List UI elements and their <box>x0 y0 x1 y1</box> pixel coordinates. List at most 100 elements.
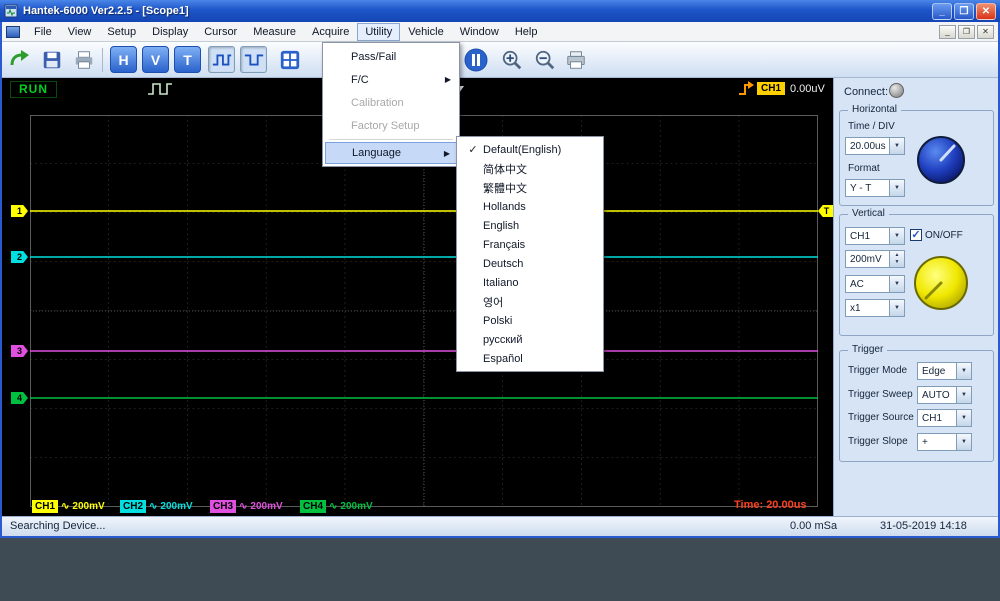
mdi-close-button[interactable]: ✕ <box>977 25 994 39</box>
trigger-source-select[interactable]: CH1 ▼ <box>917 409 972 427</box>
menu-utility[interactable]: Utility <box>357 23 400 41</box>
connect-indicator[interactable] <box>889 83 904 98</box>
menu-item-language[interactable]: Language ▶ <box>325 142 457 164</box>
language-item-francais[interactable]: Français <box>459 235 601 254</box>
trigger-level-readout: 0.00uV <box>790 83 825 95</box>
waveform-mode-button[interactable] <box>208 46 235 73</box>
time-div-label: Time / DIV <box>848 121 895 132</box>
menu-item-pass-fail[interactable]: Pass/Fail <box>325 45 457 68</box>
channel-select[interactable]: CH1 ▼ <box>845 227 905 245</box>
vertical-panel-button[interactable]: V <box>142 46 169 73</box>
save-button[interactable] <box>38 46 65 73</box>
chevron-down-icon[interactable]: ▼ <box>889 228 904 244</box>
horizontal-knob[interactable] <box>916 135 966 185</box>
ch1-level-marker[interactable]: 1 <box>11 205 28 217</box>
mdi-minimize-button[interactable]: _ <box>939 25 956 39</box>
menu-item-factory-setup[interactable]: Factory Setup <box>325 114 457 137</box>
pause-icon <box>464 48 488 72</box>
trigger-mode-select[interactable]: Edge ▼ <box>917 362 972 380</box>
chevron-down-icon[interactable]: ▼ <box>889 180 904 196</box>
print-button[interactable] <box>70 46 97 73</box>
chevron-down-icon[interactable]: ▼ <box>889 276 904 292</box>
trigger-sweep-select[interactable]: AUTO ▼ <box>917 386 972 404</box>
chevron-down-icon[interactable]: ▼ <box>956 434 971 450</box>
ch3-level-marker[interactable]: 3 <box>11 345 28 357</box>
zoom-in-button[interactable] <box>498 46 525 73</box>
mdi-restore-button[interactable]: ❐ <box>958 25 975 39</box>
open-button[interactable] <box>6 46 33 73</box>
coupling-select[interactable]: AC ▼ <box>845 275 905 293</box>
language-item-default[interactable]: ✓ Default(English) <box>459 140 601 159</box>
status-message: Searching Device... <box>10 520 105 532</box>
connect-label: Connect: <box>844 86 888 98</box>
multi-grid-button[interactable] <box>276 46 303 73</box>
wave-status-icon <box>147 82 173 96</box>
save-icon <box>41 49 63 71</box>
ch3-readout: CH3 ∿ 200mV <box>210 499 283 513</box>
language-item-deutsch[interactable]: Deutsch <box>459 254 601 273</box>
menu-cursor[interactable]: Cursor <box>196 23 245 41</box>
language-item-traditional-chinese[interactable]: 繁體中文 <box>459 178 601 197</box>
chevron-down-icon[interactable]: ▼ <box>956 387 971 403</box>
menu-display[interactable]: Display <box>144 23 196 41</box>
ch3-scale: 200mV <box>250 501 282 512</box>
menu-help[interactable]: Help <box>507 23 546 41</box>
menu-vehicle[interactable]: Vehicle <box>400 23 451 41</box>
open-icon <box>9 49 31 71</box>
language-item-english[interactable]: English <box>459 216 601 235</box>
chevron-down-icon[interactable]: ▼ <box>889 138 904 154</box>
window-controls: _ ❐ ✕ <box>932 3 996 20</box>
spinner-arrows-icon[interactable]: ▲ ▼ <box>889 251 904 267</box>
time-div-select[interactable]: 20.00us ▼ <box>845 137 905 155</box>
ch1-readout: CH1 ∿ 200mV <box>32 499 105 513</box>
menu-item-fc[interactable]: F/C ▶ <box>325 68 457 91</box>
menu-acquire[interactable]: Acquire <box>304 23 357 41</box>
ch1-coupling: ∿ <box>61 501 69 512</box>
trigger-slope-select[interactable]: + ▼ <box>917 433 972 451</box>
ch1-scale: 200mV <box>72 501 104 512</box>
submenu-arrow-icon: ▶ <box>444 149 450 158</box>
zoom-out-icon <box>534 49 556 71</box>
menu-measure[interactable]: Measure <box>245 23 304 41</box>
pause-button[interactable] <box>462 46 489 73</box>
volt-scale-stepper[interactable]: 200mV ▲ ▼ <box>845 250 905 268</box>
menu-item-calibration[interactable]: Calibration <box>325 91 457 114</box>
channel-onoff-checkbox[interactable]: ✓ ON/OFF <box>910 229 963 241</box>
ch4-level-marker[interactable]: 4 <box>11 392 28 404</box>
app-icon <box>4 4 18 18</box>
ch2-badge: CH2 <box>120 500 146 513</box>
check-icon: ✓ <box>463 143 483 156</box>
chevron-down-icon[interactable]: ▼ <box>889 300 904 316</box>
ch4-readout: CH4 ∿ 200mV <box>300 499 373 513</box>
waveform-mode-2-button[interactable] <box>240 46 267 73</box>
language-item-italiano[interactable]: Italiano <box>459 273 601 292</box>
ch2-level-marker[interactable]: 2 <box>11 251 28 263</box>
language-item-russian[interactable]: русский <box>459 330 601 349</box>
export-printer-icon <box>565 49 587 71</box>
close-button[interactable]: ✕ <box>976 3 996 20</box>
export-button[interactable] <box>562 46 589 73</box>
horizontal-panel-button[interactable]: H <box>110 46 137 73</box>
language-item-hollands[interactable]: Hollands <box>459 197 601 216</box>
horizontal-group-title: Horizontal <box>848 104 901 115</box>
chevron-down-icon[interactable]: ▼ <box>956 410 971 426</box>
menu-view[interactable]: View <box>60 23 100 41</box>
mdi-window-controls: _ ❐ ✕ <box>939 25 994 39</box>
probe-select[interactable]: x1 ▼ <box>845 299 905 317</box>
ch3-badge: CH3 <box>210 500 236 513</box>
menu-window[interactable]: Window <box>452 23 507 41</box>
language-item-polski[interactable]: Polski <box>459 311 601 330</box>
menubar: File View Setup Display Cursor Measure A… <box>0 22 1000 42</box>
format-select[interactable]: Y - T ▼ <box>845 179 905 197</box>
language-item-espanol[interactable]: Español <box>459 349 601 368</box>
language-item-korean[interactable]: 영어 <box>459 292 601 311</box>
trigger-panel-button[interactable]: T <box>174 46 201 73</box>
minimize-button[interactable]: _ <box>932 3 952 20</box>
menu-file[interactable]: File <box>26 23 60 41</box>
vertical-knob[interactable] <box>913 255 969 311</box>
chevron-down-icon[interactable]: ▼ <box>956 363 971 379</box>
zoom-out-button[interactable] <box>531 46 558 73</box>
maximize-button[interactable]: ❐ <box>954 3 974 20</box>
language-item-simplified-chinese[interactable]: 简体中文 <box>459 159 601 178</box>
menu-setup[interactable]: Setup <box>99 23 144 41</box>
